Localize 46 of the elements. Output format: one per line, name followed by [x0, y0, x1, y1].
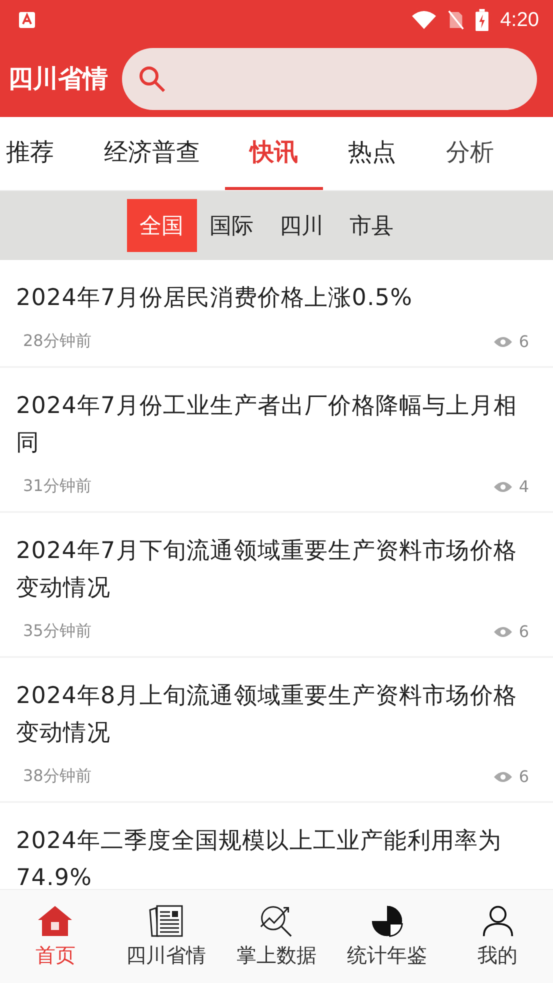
nav-item[interactable]: 掌上数据	[221, 904, 332, 969]
region-tab[interactable]: 市县	[336, 199, 406, 252]
article-time: 38分钟前	[23, 766, 92, 787]
region-tab[interactable]: 全国	[126, 199, 196, 252]
category-tab[interactable]: 经济普查	[79, 117, 225, 190]
app-title: 四川省情	[8, 63, 108, 95]
article-time: 31分钟前	[23, 476, 92, 497]
house-icon	[37, 904, 74, 938]
article-title: 2024年7月份工业生产者出厂价格降幅与上月相同	[16, 392, 518, 458]
region-tab[interactable]: 国际	[196, 199, 266, 252]
eye-icon	[492, 336, 513, 348]
app-notification-icon	[18, 11, 36, 29]
article-title: 2024年7月份居民消费价格上涨0.5%	[16, 284, 414, 313]
newspaper-icon	[148, 904, 184, 938]
wifi-icon	[410, 10, 438, 30]
news-item[interactable]: 2024年8月上旬流通领域重要生产资料市场价格变动情况 38分钟前 6	[0, 658, 553, 801]
article-time: 35分钟前	[23, 621, 92, 642]
nav-item[interactable]: 统计年鉴	[332, 904, 442, 969]
article-time: 28分钟前	[23, 331, 92, 352]
view-count: 4	[518, 477, 529, 496]
article-title: 2024年7月下旬流通领域重要生产资料市场价格变动情况	[16, 537, 518, 603]
category-tab[interactable]: 热点	[323, 117, 421, 190]
view-count: 6	[518, 622, 529, 641]
category-tab[interactable]: 推荐	[0, 117, 79, 190]
eye-icon	[492, 770, 513, 782]
view-count: 6	[518, 332, 529, 351]
nav-item[interactable]: 我的	[442, 904, 553, 969]
nav-item[interactable]: 首页	[0, 904, 111, 969]
article-title: 2024年二季度全国规模以上工业产能利用率为74.9%	[16, 827, 503, 889]
article-title: 2024年8月上旬流通领域重要生产资料市场价格变动情况	[16, 682, 518, 748]
view-count: 6	[518, 767, 529, 786]
eye-icon	[492, 626, 513, 638]
news-item[interactable]: 2024年二季度全国规模以上工业产能利用率为74.9%	[0, 803, 553, 889]
battery-icon	[474, 9, 490, 31]
eye-icon	[492, 480, 513, 492]
chart-magnifier-icon	[258, 904, 294, 938]
news-item[interactable]: 2024年7月份工业生产者出厂价格降幅与上月相同 31分钟前 4	[0, 368, 553, 511]
pie-chart-icon	[369, 904, 406, 938]
news-item[interactable]: 2024年7月份居民消费价格上涨0.5% 28分钟前 6	[0, 260, 553, 366]
nav-item[interactable]: 四川省情	[110, 904, 222, 969]
category-tab[interactable]: 分析	[421, 117, 519, 190]
no-sim-icon	[448, 9, 464, 31]
news-item[interactable]: 2024年7月下旬流通领域重要生产资料市场价格变动情况 35分钟前 6	[0, 513, 553, 656]
search-icon	[138, 64, 166, 92]
region-tab[interactable]: 四川	[266, 199, 336, 252]
clock: 4:20	[500, 8, 539, 32]
